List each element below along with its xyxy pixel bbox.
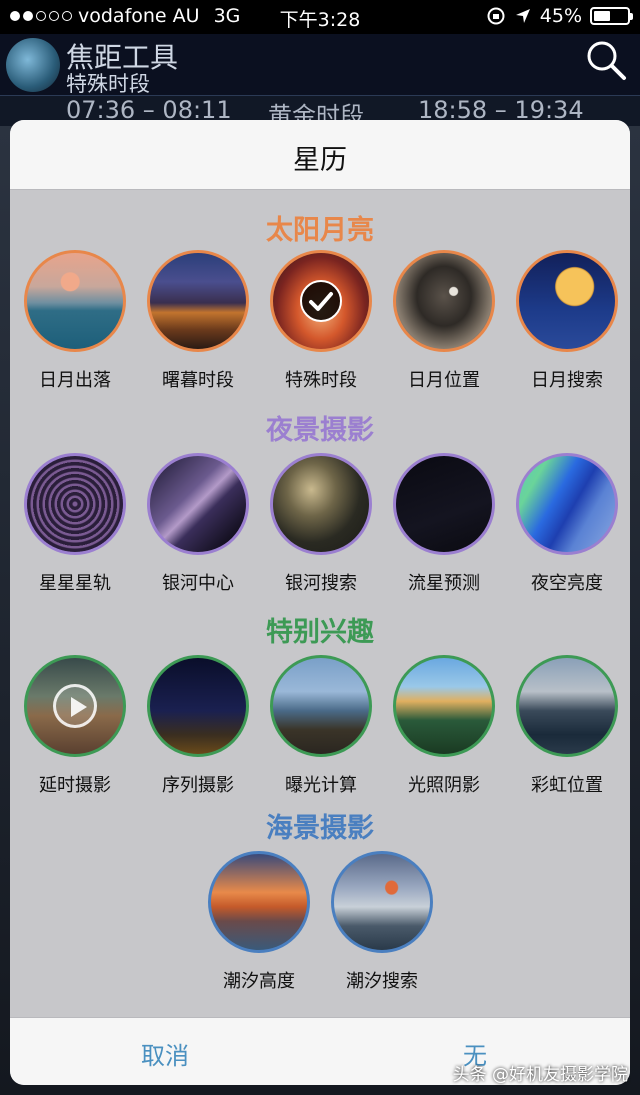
- meteor-icon: [393, 453, 495, 555]
- half-dome-light-icon: [393, 655, 495, 757]
- star-trails-icon: [24, 453, 126, 555]
- ephemeris-item[interactable]: 银河中心: [138, 453, 258, 595]
- ephemeris-item-label: 延时摄影: [39, 775, 111, 796]
- city-twilight-icon: [147, 250, 249, 352]
- ephemeris-item-label: 彩虹位置: [531, 775, 603, 796]
- ephemeris-item-label: 序列摄影: [162, 775, 234, 796]
- ephemeris-item[interactable]: 潮汐高度: [199, 851, 319, 993]
- ephemeris-item-label: 日月出落: [39, 370, 111, 391]
- ephemeris-item[interactable]: 延时摄影: [15, 655, 135, 797]
- ephemeris-item-label: 流星预测: [408, 573, 480, 594]
- location-arrow-icon: [515, 9, 530, 23]
- status-bar: vodafone AU 3G 下午3:28 45%: [0, 0, 640, 34]
- ephemeris-item[interactable]: 曝光计算: [261, 655, 381, 797]
- ephemeris-item-label: 曝光计算: [285, 775, 357, 796]
- ephemeris-item[interactable]: 特殊时段: [261, 250, 381, 392]
- battery-percent: 45%: [539, 5, 582, 27]
- ephemeris-item[interactable]: 银河搜索: [261, 453, 381, 595]
- sky-brightness-map-icon: [516, 453, 618, 555]
- milky-way-search-icon: [270, 453, 372, 555]
- ephemeris-item-label: 夜空亮度: [531, 573, 603, 594]
- section-title-seascape: 海景摄影: [266, 813, 374, 844]
- sea-stacks-sunset-icon: [208, 851, 310, 953]
- milky-way-icon: [147, 453, 249, 555]
- rotation-lock-icon: [487, 7, 505, 25]
- ephemeris-item[interactable]: 潮汐搜索: [322, 851, 442, 993]
- ephemeris-sheet: 星历 太阳月亮 日月出落 曙暮时段 特殊时段 日月位置 日月搜索 夜景摄影 星星星轨 银河…: [10, 120, 630, 1085]
- battery-icon: [590, 7, 633, 25]
- ephemeris-item-label: 潮汐搜索: [346, 971, 418, 992]
- ephemeris-item[interactable]: 日月搜索: [507, 250, 627, 392]
- ephemeris-item[interactable]: 光照阴影: [384, 655, 504, 797]
- sequence-bridge-icon: [147, 655, 249, 757]
- moon-cloud-icon: [393, 250, 495, 352]
- sheet-title: 星历: [293, 145, 347, 176]
- ephemeris-item-label: 特殊时段: [285, 370, 357, 391]
- ephemeris-item[interactable]: 曙暮时段: [138, 250, 258, 392]
- ephemeris-item[interactable]: 星星星轨: [15, 453, 135, 595]
- app-header: 焦距工具 特殊时段: [0, 34, 640, 96]
- ephemeris-item[interactable]: 日月位置: [384, 250, 504, 392]
- search-icon[interactable]: [584, 38, 628, 82]
- ephemeris-item[interactable]: 彩虹位置: [507, 655, 627, 797]
- ephemeris-item[interactable]: 流星预测: [384, 453, 504, 595]
- ephemeris-item-label: 曙暮时段: [162, 370, 234, 391]
- cancel-button[interactable]: 取消: [10, 1036, 320, 1071]
- rainbow-lake-icon: [516, 655, 618, 757]
- ephemeris-item-label: 潮汐高度: [223, 971, 295, 992]
- ephemeris-item-label: 日月搜索: [531, 370, 603, 391]
- ephemeris-item-label: 银河中心: [162, 573, 234, 594]
- golden-sky-icon: [270, 250, 372, 352]
- ephemeris-item[interactable]: 日月出落: [15, 250, 135, 392]
- tide-sunset-icon: [331, 851, 433, 953]
- ephemeris-item-label: 银河搜索: [285, 573, 357, 594]
- timelapse-play-icon: [24, 655, 126, 757]
- full-moon-building-icon: [516, 250, 618, 352]
- app-logo-icon: [6, 38, 60, 92]
- ephemeris-item[interactable]: 序列摄影: [138, 655, 258, 797]
- section-title-night: 夜景摄影: [266, 415, 374, 446]
- long-exposure-rocks-icon: [270, 655, 372, 757]
- checkmark-icon: [300, 280, 342, 322]
- app-subtitle: 特殊时段: [66, 72, 150, 96]
- play-icon: [53, 684, 97, 728]
- section-title-special: 特别兴趣: [266, 617, 374, 648]
- section-title-sun-moon: 太阳月亮: [266, 215, 374, 246]
- sheet-title-bar: 星历: [10, 120, 630, 190]
- status-right: 45%: [486, 5, 633, 27]
- ephemeris-item-label: 光照阴影: [408, 775, 480, 796]
- ephemeris-item-label: 星星星轨: [39, 573, 111, 594]
- ephemeris-item-label: 日月位置: [408, 370, 480, 391]
- ephemeris-item[interactable]: 夜空亮度: [507, 453, 627, 595]
- watermark: 头条 @好机友摄影学院: [452, 1065, 628, 1085]
- sunrise-mountain-icon: [24, 250, 126, 352]
